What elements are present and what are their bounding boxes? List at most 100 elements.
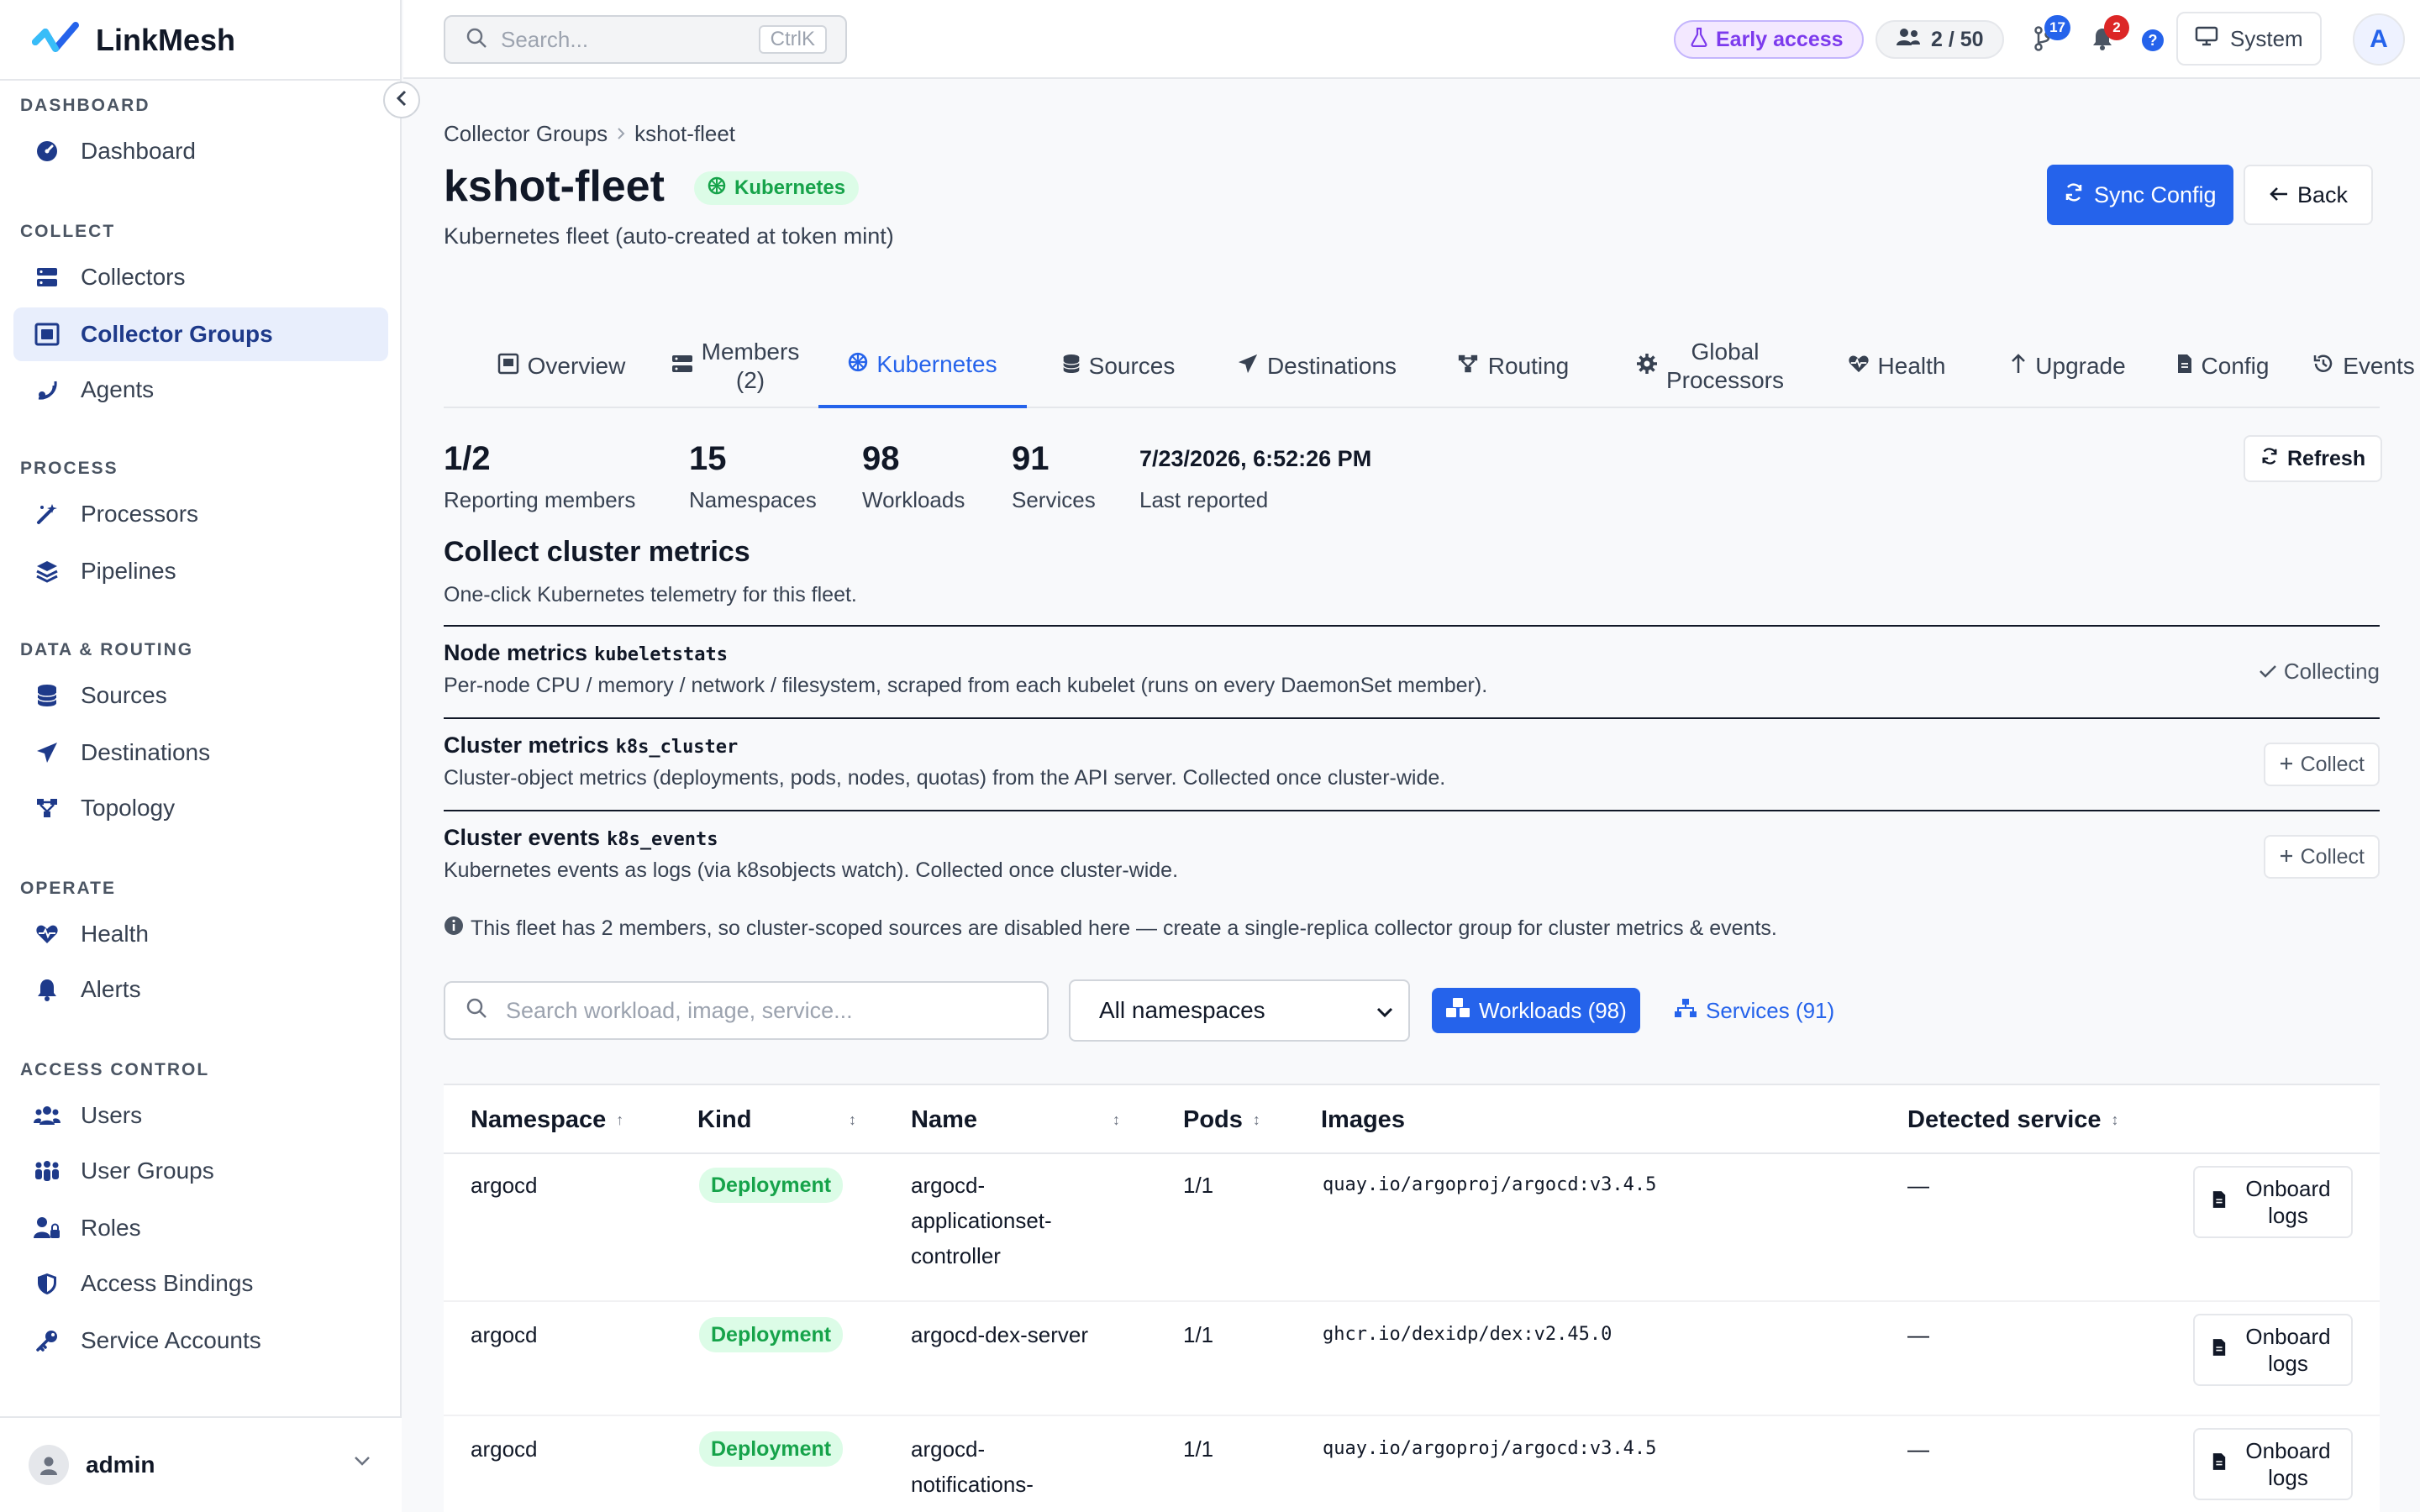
column-header-kind[interactable]: Kind ↕ bbox=[697, 1085, 856, 1154]
workloads-table: Namespace ↑ Kind ↕ Name ↕ Pods ↕ Images Dete… bbox=[444, 1084, 2380, 1512]
onboard-logs-line: Onboard bbox=[2245, 1438, 2331, 1463]
workload-search-input[interactable]: Search workload, image, service... bbox=[444, 981, 1049, 1040]
seat-usage-badge[interactable]: 2 / 50 bbox=[1876, 20, 2004, 59]
sidebar-item-collector-groups[interactable]: Collector Groups bbox=[13, 307, 388, 361]
brand[interactable]: LinkMesh bbox=[32, 17, 235, 64]
onboard-logs-line: Onboard bbox=[2245, 1176, 2331, 1201]
tab-sources[interactable]: Sources bbox=[1047, 324, 1190, 408]
sidebar-item-access-bindings[interactable]: Access Bindings bbox=[13, 1257, 388, 1310]
workloads-toggle-button[interactable]: Workloads (98) bbox=[1432, 988, 1640, 1033]
sidebar-item-roles[interactable]: Roles bbox=[13, 1201, 388, 1255]
breadcrumb-current: kshot-fleet bbox=[634, 121, 736, 146]
sidebar-item-dashboard[interactable]: Dashboard bbox=[13, 124, 388, 178]
sidebar-item-pipelines[interactable]: Pipelines bbox=[13, 544, 388, 598]
sidebar-item-destinations[interactable]: Destinations bbox=[13, 726, 388, 780]
cell-name[interactable]: argocd-dex-server bbox=[911, 1317, 1088, 1352]
sidebar-item-alerts[interactable]: Alerts bbox=[13, 963, 388, 1016]
sidebar-item-label: Access Bindings bbox=[81, 1270, 254, 1296]
sidebar-item-topology[interactable]: Topology bbox=[13, 781, 388, 835]
cubes-icon bbox=[1445, 997, 1470, 1025]
tab-kubernetes[interactable]: Kubernetes bbox=[818, 324, 1027, 408]
column-header-namespace[interactable]: Namespace ↑ bbox=[471, 1085, 623, 1154]
git-pull-request-button[interactable]: 17 bbox=[2025, 15, 2070, 59]
user-menu[interactable]: admin bbox=[0, 1416, 402, 1512]
tab-destinations[interactable]: Destinations bbox=[1203, 324, 1430, 408]
sidebar-item-label: Collectors bbox=[81, 264, 186, 290]
onboard-logs-button[interactable]: Onboard logs bbox=[2193, 1166, 2353, 1238]
chevron-right-icon bbox=[616, 121, 626, 147]
namespace-select[interactable]: All namespaces bbox=[1069, 979, 1410, 1042]
tab-config[interactable]: Config bbox=[2151, 324, 2294, 408]
history-icon bbox=[2312, 353, 2334, 381]
kubernetes-badge: Kubernetes bbox=[694, 171, 860, 205]
stat-value: 91 bbox=[1012, 439, 1050, 477]
sidebar-item-health[interactable]: Health bbox=[13, 907, 388, 961]
column-header-detected-service[interactable]: Detected service ↕ bbox=[1907, 1085, 2119, 1154]
services-toggle-label: Services (91) bbox=[1706, 997, 1835, 1023]
metric-description: Kubernetes events as logs (via k8sobject… bbox=[444, 858, 1179, 882]
onboard-logs-button[interactable]: Onboard logs bbox=[2193, 1428, 2353, 1500]
collect-button[interactable]: Collect bbox=[2263, 743, 2380, 786]
metric-description: Per-node CPU / memory / network / filesy… bbox=[444, 674, 1488, 697]
cell-name[interactable]: argocd- notifications- bbox=[911, 1431, 1034, 1502]
file-icon bbox=[2212, 1452, 2227, 1478]
column-header-name[interactable]: Name ↕ bbox=[911, 1085, 1120, 1154]
metric-receiver-code: k8s_cluster bbox=[615, 737, 739, 758]
notifications-button[interactable]: 2 bbox=[2084, 15, 2129, 59]
onboard-logs-button[interactable]: Onboard logs bbox=[2193, 1314, 2353, 1386]
sidebar-item-collectors[interactable]: Collectors bbox=[13, 250, 388, 304]
table-row: argocd Deployment argocd-dex-server 1/1 … bbox=[444, 1302, 2380, 1416]
nav-section-access-control: ACCESS CONTROL bbox=[20, 1060, 210, 1079]
sidebar-item-sources[interactable]: Sources bbox=[13, 669, 388, 722]
nav-section-dashboard: DASHBOARD bbox=[20, 96, 150, 115]
tab-upgrade[interactable]: Upgrade bbox=[1981, 324, 2154, 408]
services-toggle-button[interactable]: Services (91) bbox=[1670, 988, 1838, 1033]
sidebar-item-label: Collector Groups bbox=[81, 321, 273, 347]
heart-pulse-icon bbox=[34, 921, 60, 948]
tab-events[interactable]: Events bbox=[2301, 324, 2420, 408]
cell-pods: 1/1 bbox=[1183, 1322, 1214, 1347]
stat-namespaces: 15 Namespaces bbox=[689, 435, 817, 513]
sidebar-item-processors[interactable]: Processors bbox=[13, 487, 388, 541]
sidebar-item-users[interactable]: Users bbox=[13, 1089, 388, 1142]
table-row: argocd Deployment argocd- applicationset… bbox=[444, 1154, 2380, 1302]
stat-workloads: 98 Workloads bbox=[862, 435, 965, 513]
column-label: Pods bbox=[1183, 1105, 1243, 1133]
sidebar-item-user-groups[interactable]: User Groups bbox=[13, 1144, 388, 1198]
tab-label: Config bbox=[2201, 353, 2270, 379]
help-button[interactable]: ? bbox=[2134, 22, 2171, 59]
cell-name[interactable]: argocd- applicationset- controller bbox=[911, 1168, 1052, 1273]
tab-overview[interactable]: Overview bbox=[469, 324, 654, 408]
sidebar-collapse-button[interactable] bbox=[383, 81, 420, 118]
metric-receiver-code: k8s_events bbox=[607, 829, 718, 850]
account-avatar-button[interactable]: A bbox=[2353, 13, 2405, 66]
column-label: Kind bbox=[697, 1105, 752, 1133]
cell-image: ghcr.io/dexidp/dex:v2.45.0 bbox=[1323, 1324, 1612, 1345]
tab-global-processors[interactable]: Global Processors bbox=[1613, 324, 1807, 408]
refresh-button[interactable]: Refresh bbox=[2244, 435, 2383, 482]
column-header-pods[interactable]: Pods ↕ bbox=[1183, 1085, 1260, 1154]
back-button[interactable]: Back bbox=[2244, 165, 2374, 225]
sidebar-item-agents[interactable]: Agents bbox=[13, 363, 388, 417]
collect-button[interactable]: Collect bbox=[2263, 835, 2380, 879]
metric-name: Node metrics bbox=[444, 640, 588, 665]
tab-label: Upgrade bbox=[2035, 353, 2126, 379]
theme-toggle-button[interactable]: System bbox=[2176, 12, 2322, 66]
tab-health[interactable]: Health bbox=[1823, 324, 1970, 408]
column-label: Images bbox=[1321, 1105, 1405, 1133]
early-access-badge[interactable]: Early access bbox=[1674, 20, 1864, 59]
stat-last-reported: 7/23/2026, 6:52:26 PM Last reported bbox=[1139, 435, 1371, 513]
sidebar-item-label: Health bbox=[81, 921, 149, 947]
global-search-input[interactable]: Search... CtrlK bbox=[444, 15, 847, 64]
tab-members[interactable]: Members (2) bbox=[657, 324, 813, 408]
onboard-logs-line: logs bbox=[2268, 1465, 2308, 1490]
group-icon bbox=[34, 321, 60, 348]
tab-label: Overview bbox=[527, 353, 626, 379]
sync-config-button[interactable]: Sync Config bbox=[2047, 165, 2233, 225]
breadcrumb-collector-groups[interactable]: Collector Groups bbox=[444, 121, 608, 147]
metric-title: Cluster metrics k8s_cluster bbox=[444, 732, 738, 759]
column-label: Name bbox=[911, 1105, 977, 1133]
tab-routing[interactable]: Routing bbox=[1444, 324, 1581, 408]
sidebar-item-service-accounts[interactable]: Service Accounts bbox=[13, 1314, 388, 1368]
metric-title: Cluster events k8s_events bbox=[444, 825, 718, 851]
